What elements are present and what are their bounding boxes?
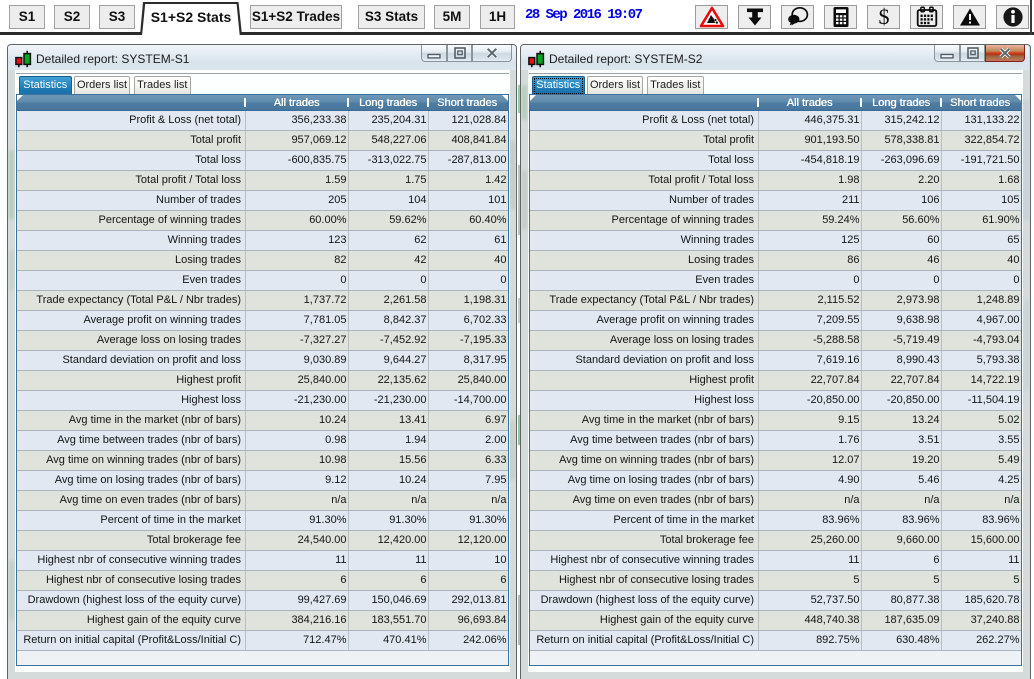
svg-text:$: $	[878, 5, 889, 29]
